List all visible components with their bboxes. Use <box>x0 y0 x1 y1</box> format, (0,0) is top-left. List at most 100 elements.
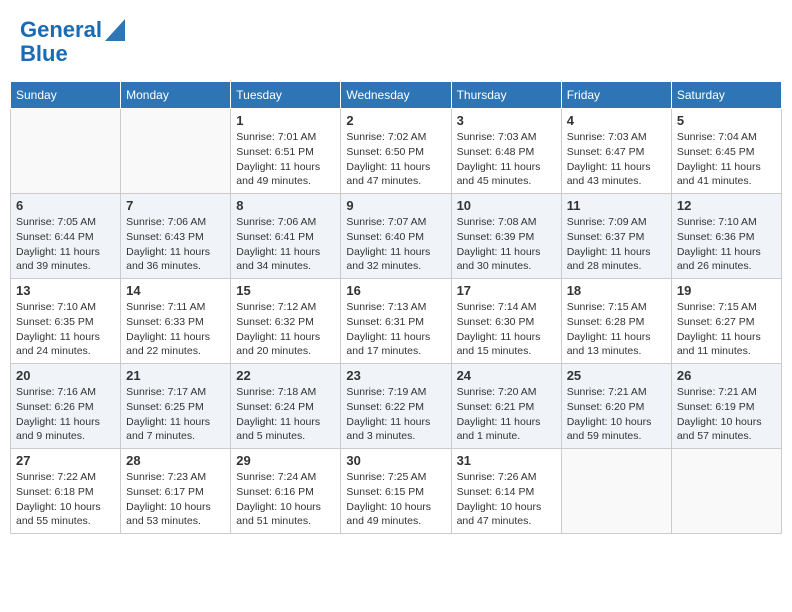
calendar-week-1: 1 Sunrise: 7:01 AM Sunset: 6:51 PM Daylig… <box>11 109 782 194</box>
day-details: Sunrise: 7:24 AM Sunset: 6:16 PM Dayligh… <box>236 470 335 529</box>
day-number: 6 <box>16 198 115 213</box>
day-details: Sunrise: 7:11 AM Sunset: 6:33 PM Dayligh… <box>126 300 225 359</box>
calendar-table: SundayMondayTuesdayWednesdayThursdayFrid… <box>10 81 782 534</box>
calendar-cell: 10Sunrise: 7:08 AM Sunset: 6:39 PM Dayli… <box>451 194 561 279</box>
calendar-cell: 9 Sunrise: 7:07 AM Sunset: 6:40 PM Daylig… <box>341 194 451 279</box>
day-number: 17 <box>457 283 556 298</box>
calendar-cell: 23 Sunrise: 7:19 AM Sunset: 6:22 PM Dayli… <box>341 364 451 449</box>
day-details: Sunrise: 7:07 AM Sunset: 6:40 PM Dayligh… <box>346 215 445 274</box>
day-details: Sunrise: 7:05 AM Sunset: 6:44 PM Dayligh… <box>16 215 115 274</box>
logo: General Blue <box>20 15 125 66</box>
day-details: Sunrise: 7:21 AM Sunset: 6:19 PM Dayligh… <box>677 385 776 444</box>
day-details: Sunrise: 7:13 AM Sunset: 6:31 PM Dayligh… <box>346 300 445 359</box>
page-header: General Blue <box>10 10 782 71</box>
weekday-header-monday: Monday <box>121 82 231 109</box>
calendar-cell: 31 Sunrise: 7:26 AM Sunset: 6:14 PM Dayli… <box>451 449 561 534</box>
day-number: 5 <box>677 113 776 128</box>
calendar-cell: 5 Sunrise: 7:04 AM Sunset: 6:45 PM Daylig… <box>671 109 781 194</box>
day-details: Sunrise: 7:02 AM Sunset: 6:50 PM Dayligh… <box>346 130 445 189</box>
calendar-cell: 8 Sunrise: 7:06 AM Sunset: 6:41 PM Daylig… <box>231 194 341 279</box>
weekday-header-thursday: Thursday <box>451 82 561 109</box>
calendar-cell <box>121 109 231 194</box>
day-details: Sunrise: 7:06 AM Sunset: 6:41 PM Dayligh… <box>236 215 335 274</box>
calendar-cell: 22 Sunrise: 7:18 AM Sunset: 6:24 PM Dayli… <box>231 364 341 449</box>
logo-text-general: General <box>20 18 102 42</box>
calendar-cell: 15 Sunrise: 7:12 AM Sunset: 6:32 PM Dayli… <box>231 279 341 364</box>
day-number: 1 <box>236 113 335 128</box>
day-details: Sunrise: 7:14 AM Sunset: 6:30 PM Dayligh… <box>457 300 556 359</box>
day-details: Sunrise: 7:22 AM Sunset: 6:18 PM Dayligh… <box>16 470 115 529</box>
day-number: 14 <box>126 283 225 298</box>
day-number: 10 <box>457 198 556 213</box>
day-number: 15 <box>236 283 335 298</box>
calendar-cell <box>561 449 671 534</box>
day-details: Sunrise: 7:18 AM Sunset: 6:24 PM Dayligh… <box>236 385 335 444</box>
day-details: Sunrise: 7:01 AM Sunset: 6:51 PM Dayligh… <box>236 130 335 189</box>
calendar-cell: 4 Sunrise: 7:03 AM Sunset: 6:47 PM Daylig… <box>561 109 671 194</box>
day-number: 7 <box>126 198 225 213</box>
calendar-cell <box>11 109 121 194</box>
day-number: 29 <box>236 453 335 468</box>
day-number: 28 <box>126 453 225 468</box>
day-number: 20 <box>16 368 115 383</box>
day-number: 31 <box>457 453 556 468</box>
calendar-cell: 24Sunrise: 7:20 AM Sunset: 6:21 PM Dayli… <box>451 364 561 449</box>
day-details: Sunrise: 7:03 AM Sunset: 6:47 PM Dayligh… <box>567 130 666 189</box>
day-number: 8 <box>236 198 335 213</box>
weekday-header-sunday: Sunday <box>11 82 121 109</box>
day-number: 11 <box>567 198 666 213</box>
calendar-cell: 19Sunrise: 7:15 AM Sunset: 6:27 PM Dayli… <box>671 279 781 364</box>
day-details: Sunrise: 7:23 AM Sunset: 6:17 PM Dayligh… <box>126 470 225 529</box>
day-details: Sunrise: 7:16 AM Sunset: 6:26 PM Dayligh… <box>16 385 115 444</box>
calendar-cell: 12Sunrise: 7:10 AM Sunset: 6:36 PM Dayli… <box>671 194 781 279</box>
logo-text-blue: Blue <box>20 42 68 66</box>
calendar-week-5: 27Sunrise: 7:22 AM Sunset: 6:18 PM Dayli… <box>11 449 782 534</box>
day-number: 18 <box>567 283 666 298</box>
weekday-header-row: SundayMondayTuesdayWednesdayThursdayFrid… <box>11 82 782 109</box>
calendar-cell: 18Sunrise: 7:15 AM Sunset: 6:28 PM Dayli… <box>561 279 671 364</box>
calendar-week-4: 20 Sunrise: 7:16 AM Sunset: 6:26 PM Dayli… <box>11 364 782 449</box>
day-details: Sunrise: 7:10 AM Sunset: 6:36 PM Dayligh… <box>677 215 776 274</box>
day-number: 25 <box>567 368 666 383</box>
calendar-cell: 6 Sunrise: 7:05 AM Sunset: 6:44 PM Daylig… <box>11 194 121 279</box>
day-details: Sunrise: 7:15 AM Sunset: 6:27 PM Dayligh… <box>677 300 776 359</box>
weekday-header-tuesday: Tuesday <box>231 82 341 109</box>
calendar-cell: 20 Sunrise: 7:16 AM Sunset: 6:26 PM Dayli… <box>11 364 121 449</box>
logo-icon <box>105 19 125 41</box>
calendar-cell: 13Sunrise: 7:10 AM Sunset: 6:35 PM Dayli… <box>11 279 121 364</box>
day-details: Sunrise: 7:04 AM Sunset: 6:45 PM Dayligh… <box>677 130 776 189</box>
weekday-header-wednesday: Wednesday <box>341 82 451 109</box>
weekday-header-friday: Friday <box>561 82 671 109</box>
day-number: 9 <box>346 198 445 213</box>
day-details: Sunrise: 7:20 AM Sunset: 6:21 PM Dayligh… <box>457 385 556 444</box>
calendar-cell: 29 Sunrise: 7:24 AM Sunset: 6:16 PM Dayli… <box>231 449 341 534</box>
day-details: Sunrise: 7:12 AM Sunset: 6:32 PM Dayligh… <box>236 300 335 359</box>
weekday-header-saturday: Saturday <box>671 82 781 109</box>
calendar-cell: 16Sunrise: 7:13 AM Sunset: 6:31 PM Dayli… <box>341 279 451 364</box>
calendar-cell: 26 Sunrise: 7:21 AM Sunset: 6:19 PM Dayli… <box>671 364 781 449</box>
day-details: Sunrise: 7:09 AM Sunset: 6:37 PM Dayligh… <box>567 215 666 274</box>
day-number: 4 <box>567 113 666 128</box>
day-number: 21 <box>126 368 225 383</box>
calendar-cell <box>671 449 781 534</box>
day-details: Sunrise: 7:26 AM Sunset: 6:14 PM Dayligh… <box>457 470 556 529</box>
day-details: Sunrise: 7:21 AM Sunset: 6:20 PM Dayligh… <box>567 385 666 444</box>
calendar-week-3: 13Sunrise: 7:10 AM Sunset: 6:35 PM Dayli… <box>11 279 782 364</box>
calendar-cell: 2Sunrise: 7:02 AM Sunset: 6:50 PM Daylig… <box>341 109 451 194</box>
calendar-cell: 30Sunrise: 7:25 AM Sunset: 6:15 PM Dayli… <box>341 449 451 534</box>
calendar-cell: 3 Sunrise: 7:03 AM Sunset: 6:48 PM Daylig… <box>451 109 561 194</box>
day-details: Sunrise: 7:03 AM Sunset: 6:48 PM Dayligh… <box>457 130 556 189</box>
calendar-cell: 28 Sunrise: 7:23 AM Sunset: 6:17 PM Dayli… <box>121 449 231 534</box>
calendar-cell: 11 Sunrise: 7:09 AM Sunset: 6:37 PM Dayli… <box>561 194 671 279</box>
day-number: 13 <box>16 283 115 298</box>
day-number: 26 <box>677 368 776 383</box>
calendar-cell: 1 Sunrise: 7:01 AM Sunset: 6:51 PM Daylig… <box>231 109 341 194</box>
calendar-cell: 17 Sunrise: 7:14 AM Sunset: 6:30 PM Dayli… <box>451 279 561 364</box>
day-number: 22 <box>236 368 335 383</box>
day-number: 3 <box>457 113 556 128</box>
day-details: Sunrise: 7:06 AM Sunset: 6:43 PM Dayligh… <box>126 215 225 274</box>
day-details: Sunrise: 7:19 AM Sunset: 6:22 PM Dayligh… <box>346 385 445 444</box>
calendar-cell: 14 Sunrise: 7:11 AM Sunset: 6:33 PM Dayli… <box>121 279 231 364</box>
calendar-week-2: 6 Sunrise: 7:05 AM Sunset: 6:44 PM Daylig… <box>11 194 782 279</box>
day-number: 23 <box>346 368 445 383</box>
